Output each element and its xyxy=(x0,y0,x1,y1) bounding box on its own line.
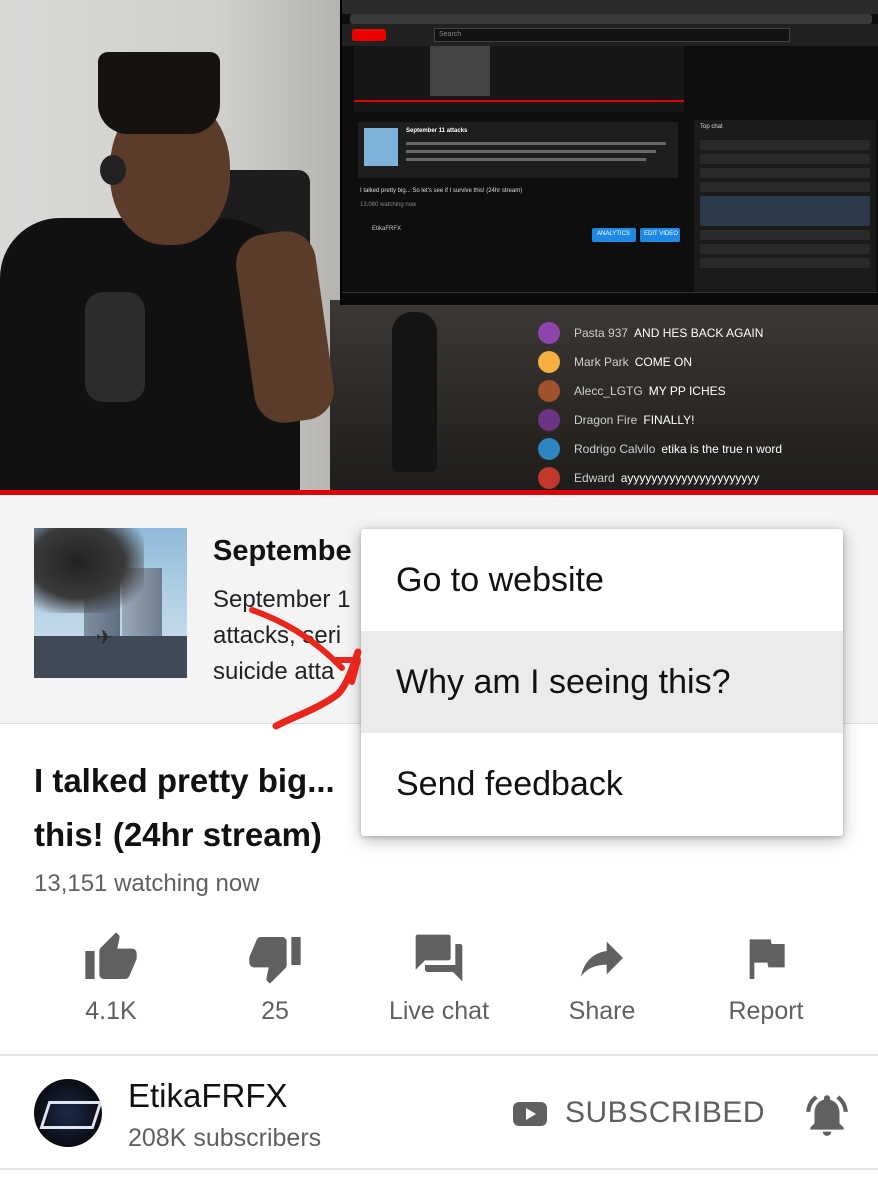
chat-avatar xyxy=(538,408,560,431)
bell-icon[interactable] xyxy=(802,1090,852,1140)
dislike-button[interactable]: 25 xyxy=(200,925,350,1026)
embedded-card-line xyxy=(406,150,656,153)
chat-avatar xyxy=(538,379,560,402)
share-button[interactable]: Share xyxy=(527,925,677,1026)
airplane-icon: ✈ xyxy=(96,627,113,649)
embedded-card-line xyxy=(406,158,646,161)
chat-text: FINALLY! xyxy=(643,412,695,427)
chat-avatar xyxy=(538,466,560,489)
report-button[interactable]: Report xyxy=(691,925,841,1026)
embedded-edit-label: EDIT VIDEO xyxy=(644,231,678,237)
chat-message: Rodrigo Calvilo etika is the true n word xyxy=(538,434,878,463)
embedded-chat-notice xyxy=(700,196,870,226)
channel-row: EtikaFRFX 208K subscribers SUBSCRIBED xyxy=(0,1057,878,1169)
menu-item-go-to-website[interactable]: Go to website xyxy=(361,529,843,631)
divider xyxy=(0,1054,878,1056)
chat-text: AND HES BACK AGAIN xyxy=(634,325,764,340)
embedded-progress xyxy=(354,100,684,102)
report-label: Report xyxy=(728,997,804,1025)
chat-overlay: Pasta 937 AND HES BACK AGAIN Mark Park COME… xyxy=(538,318,878,490)
thumb-down-icon xyxy=(249,937,301,984)
info-card-title: Septembe xyxy=(213,535,352,567)
info-card-thumbnail: ✈ xyxy=(34,528,187,678)
browser-url-bar xyxy=(350,14,872,24)
live-chat-button[interactable]: Live chat xyxy=(364,925,514,1026)
divider xyxy=(0,1168,878,1170)
embedded-taskbar xyxy=(342,292,878,305)
action-bar: 4.1K 25 Live chat Share Report xyxy=(0,925,878,1035)
embedded-chat-row xyxy=(700,154,870,164)
chat-author: Dragon Fire xyxy=(574,412,638,427)
streamer-hair xyxy=(98,52,220,134)
chat-text: COME ON xyxy=(634,354,693,369)
embedded-player xyxy=(354,46,684,112)
flag-icon xyxy=(749,939,785,979)
embedded-card-title: September 11 attacks xyxy=(406,128,468,134)
dislike-count: 25 xyxy=(261,997,289,1025)
embedded-chat-row xyxy=(700,140,870,150)
youtube-icon xyxy=(513,1102,547,1126)
browser-tabs xyxy=(342,0,878,14)
chat-author: Edward xyxy=(574,470,615,485)
like-count: 4.1K xyxy=(85,997,137,1025)
embedded-player-frame xyxy=(430,46,490,96)
embedded-monitor: Search September 11 attacks I talked pre… xyxy=(340,0,878,305)
share-label: Share xyxy=(568,997,636,1025)
chat-author: Pasta 937 xyxy=(574,325,629,340)
embedded-analytics-label: ANALYTICS xyxy=(597,231,630,237)
like-button[interactable]: 4.1K xyxy=(36,925,186,1026)
microphone xyxy=(85,292,145,402)
youtube-logo xyxy=(352,29,386,41)
embedded-chat: Top chat xyxy=(694,120,876,300)
chat-message: Dragon Fire FINALLY! xyxy=(538,405,878,434)
chat-avatar xyxy=(538,321,560,344)
embedded-search: Search xyxy=(434,28,790,42)
context-menu: Go to website Why am I seeing this? Send… xyxy=(361,529,843,836)
chat-text: etika is the true n word xyxy=(661,441,783,456)
embedded-chat-row xyxy=(700,230,870,240)
live-chat-icon xyxy=(415,934,463,982)
embedded-card-thumb xyxy=(364,128,398,166)
chat-message: Alecc_LGTG MY PP ICHES xyxy=(538,376,878,405)
embedded-chat-row xyxy=(700,182,870,192)
chat-message: Pasta 937 AND HES BACK AGAIN xyxy=(538,318,878,347)
embedded-card-line xyxy=(406,142,666,145)
live-chat-label: Live chat xyxy=(388,997,490,1025)
channel-logo xyxy=(39,1101,102,1129)
youtube-header: Search xyxy=(342,24,878,46)
channel-name[interactable]: EtikaFRFX xyxy=(128,1077,288,1115)
chat-author: Mark Park xyxy=(574,354,629,369)
embedded-chat-row xyxy=(700,168,870,178)
chat-text: MY PP ICHES xyxy=(648,383,726,398)
video-player[interactable]: Search September 11 attacks I talked pre… xyxy=(0,0,878,490)
embedded-analytics-button: ANALYTICS xyxy=(592,228,636,242)
video-title[interactable]: I talked pretty big... this! (24hr strea… xyxy=(34,754,374,862)
menu-item-send-feedback[interactable]: Send feedback xyxy=(361,733,843,835)
embedded-watching: 13,080 watching now xyxy=(360,202,417,208)
embedded-channel: EtikaFRFX xyxy=(372,226,402,232)
chat-author: Rodrigo Calvilo xyxy=(574,441,656,456)
share-icon xyxy=(581,941,623,977)
chat-message: Mark Park COME ON xyxy=(538,347,878,376)
embedded-edit-button: EDIT VIDEO xyxy=(640,228,680,242)
channel-avatar[interactable] xyxy=(34,1079,102,1147)
watching-count: 13,151 watching now xyxy=(34,870,260,897)
speaker xyxy=(392,312,437,472)
headphone xyxy=(100,155,126,185)
embedded-video-title: I talked pretty big... So let's see if I… xyxy=(360,188,523,194)
smoke xyxy=(34,528,144,613)
embedded-info-card: September 11 attacks xyxy=(358,122,678,178)
chat-author: Alecc_LGTG xyxy=(574,383,643,398)
embedded-chat-row xyxy=(700,244,870,254)
chat-message: Edward ayyyyyyyyyyyyyyyyyyyyyy xyxy=(538,463,878,490)
menu-item-why-seeing-this[interactable]: Why am I seeing this? xyxy=(361,631,843,733)
thumb-up-icon xyxy=(85,932,137,979)
embedded-chat-header: Top chat xyxy=(700,124,723,130)
chat-text: ayyyyyyyyyyyyyyyyyyyyyy xyxy=(620,470,760,485)
subscribed-button[interactable]: SUBSCRIBED xyxy=(565,1096,765,1130)
chat-avatar xyxy=(538,350,560,373)
subscriber-count: 208K subscribers xyxy=(128,1124,322,1152)
embedded-chat-row xyxy=(700,258,870,268)
chat-avatar xyxy=(538,437,560,460)
